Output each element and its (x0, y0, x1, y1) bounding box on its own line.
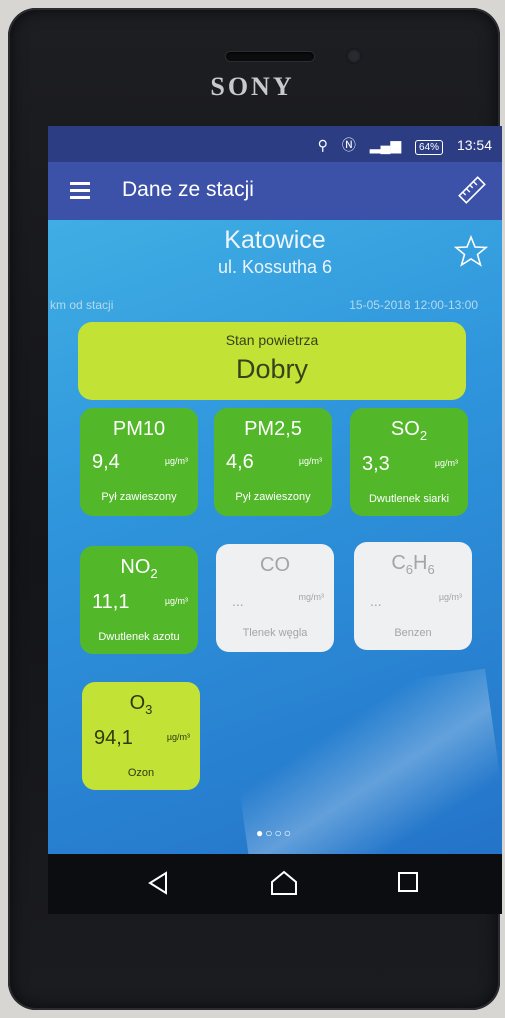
tile-pm25[interactable]: PM2,5 4,6 µg/m³ Pył zawieszony (214, 408, 332, 516)
station-street: ul. Kossutha 6 (217, 257, 333, 277)
pollutant-unit: µg/m³ (166, 732, 190, 742)
tile-so2[interactable]: SO2 3,3 µg/m³ Dwutlenek siarki (350, 408, 468, 516)
pollutant-description: Pył zawieszony (101, 491, 177, 503)
clock: 13:54 (456, 137, 492, 153)
station-city: Katowice (224, 226, 326, 254)
star-icon[interactable] (454, 234, 488, 268)
station-distance: 3 km od stacji (48, 298, 114, 312)
pollutant-name: PM10 (112, 418, 166, 440)
pollutant-unit: µg/m³ (164, 456, 188, 466)
back-icon[interactable] (146, 870, 172, 896)
nfc-icon: Ⓝ (341, 137, 356, 153)
signal-icon: ▂▄▆ (369, 137, 402, 153)
pollutant-value: 94,1 (94, 727, 133, 749)
pollutant-unit: µg/m³ (298, 456, 322, 466)
air-quality-label: Stan powietrza (225, 332, 319, 348)
location-icon: ⚲ (317, 137, 328, 153)
recents-icon[interactable] (396, 870, 420, 894)
pollutant-value: ... (232, 593, 244, 609)
air-quality-value: Dobry (235, 354, 309, 384)
tile-pm10[interactable]: PM10 9,4 µg/m³ Pył zawieszony (80, 408, 198, 516)
air-quality-card[interactable]: Stan powietrza Dobry (78, 322, 466, 400)
tile-c6h6[interactable]: C6H6 ... µg/m³ Benzen (354, 542, 472, 650)
speaker-grille (226, 52, 314, 61)
ruler-icon[interactable] (458, 176, 486, 204)
measurement-datetime: 15-05-2018 12:00-13:00 (349, 298, 478, 312)
device-brand: SONY (210, 72, 295, 101)
app-bar: Dane ze stacji (48, 162, 502, 220)
front-camera (346, 48, 362, 64)
station-header: Katowice ul. Kossutha 6 (48, 226, 502, 278)
pollutant-value: 4,6 (226, 451, 254, 473)
pollutant-value: 3,3 (362, 453, 390, 475)
pollutant-description: Dwutlenek siarki (368, 493, 450, 505)
tile-co[interactable]: CO ... mg/m³ Tlenek węgla (216, 544, 334, 652)
pollutant-name: PM2,5 (244, 418, 302, 440)
menu-icon[interactable] (70, 182, 90, 203)
battery-indicator: 64% (415, 140, 444, 155)
pollutant-unit: µg/m³ (438, 592, 462, 602)
pollutant-name: O3 (129, 692, 153, 717)
pollutant-description: Ozon (127, 767, 155, 779)
navigation-bar (48, 854, 502, 914)
pollutant-name: CO (260, 554, 290, 576)
pollutant-description: Benzen (394, 627, 432, 639)
pollutant-unit: µg/m³ (434, 458, 458, 468)
status-bar: ⚲ Ⓝ ▂▄▆ 64% 13:54 (48, 126, 502, 162)
pollutant-name: SO2 (390, 418, 428, 443)
pollutant-unit: µg/m³ (164, 596, 188, 606)
app-screen: ⚲ Ⓝ ▂▄▆ 64% 13:54 Dane ze stacji Katowic… (48, 126, 502, 854)
pollutant-description: Dwutlenek azotu (98, 631, 180, 643)
tile-o3[interactable]: O3 94,1 µg/m³ Ozon (82, 682, 200, 790)
pollutant-description: Tlenek węgla (242, 627, 308, 639)
pollutant-unit: mg/m³ (298, 592, 325, 602)
pollutant-description: Pył zawieszony (235, 491, 311, 503)
tile-no2[interactable]: NO2 11,1 µg/m³ Dwutlenek azotu (80, 546, 198, 654)
app-title: Dane ze stacji (122, 178, 254, 201)
pollutant-value: 11,1 (92, 591, 130, 613)
pollutant-name: C6H6 (391, 552, 435, 577)
pollutant-value: 9,4 (92, 451, 120, 473)
home-icon[interactable] (270, 870, 298, 896)
pollutant-name: NO2 (120, 556, 158, 581)
page-indicator[interactable]: ●○○○ (256, 826, 293, 840)
pollutant-value: ... (370, 593, 382, 609)
